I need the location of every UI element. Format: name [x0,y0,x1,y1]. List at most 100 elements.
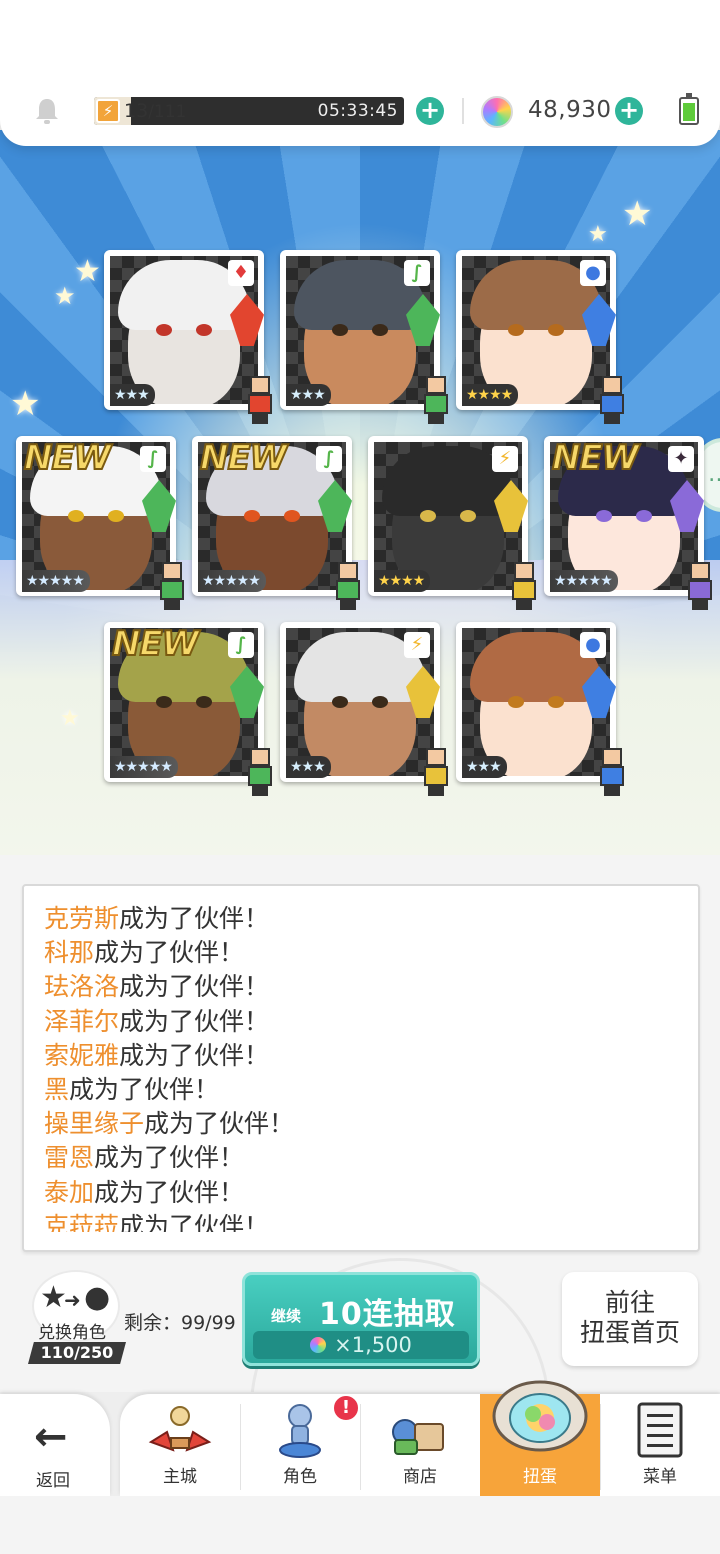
new-badge: NEW [111,623,200,665]
notification-bell-icon[interactable] [32,96,62,126]
log-message: 成为了伙伴！ [119,1006,270,1036]
exchange-count: 110/250 [28,1342,126,1364]
log-message: 成为了伙伴！ [119,1040,270,1070]
character-card[interactable]: ♦ ★★★ [104,250,272,424]
pixel-sprite-icon [242,376,278,424]
rarity-stars: ★★★★★ [550,570,618,592]
sparkle-icon: ★ [54,282,76,310]
log-line: 泽菲尔成为了伙伴！ [44,1005,684,1039]
character-name: 科那 [44,938,95,968]
pixel-sprite-icon [418,748,454,796]
rarity-stars: ★★★★★ [198,570,266,592]
stamina-bar: ⚡ 13/111 05:33:45 [94,97,404,125]
character-eye [244,510,260,522]
nav-label: 主城 [163,1467,197,1487]
status-bar: ⚡ 13/111 05:33:45 + 48,930 + [0,0,720,146]
pixel-sprite-icon [594,376,630,424]
rarity-stars: ★★★★ [374,570,431,592]
character-eye [68,510,84,522]
character-name: 雷恩 [44,1143,95,1173]
character-eye [460,510,476,522]
add-stamina-button[interactable]: + [416,97,444,125]
log-line: 索妮雅成为了伙伴！ [44,1039,684,1073]
recruit-log[interactable]: 克劳斯成为了伙伴！ 科那成为了伙伴！ 珐洛洛成为了伙伴！ 泽菲尔成为了伙伴！ 索妮雅成为… [22,884,700,1252]
character-name: 黑 [44,1074,70,1104]
log-line: 泰加成为了伙伴！ [44,1176,684,1210]
nav-item-gacha[interactable]: 扭蛋 [480,1380,600,1496]
gacha-home-button[interactable]: 前往 扭蛋首页 [562,1272,698,1366]
character-eye [636,510,652,522]
nav-label: 扭蛋 [523,1467,557,1487]
character-eye [284,510,300,522]
rarity-stars: ★★★ [462,756,507,778]
character-eye [372,324,388,336]
rarity-stars: ★★★ [286,384,331,406]
character-card[interactable]: ∫ ★★★★★ NEW [192,436,360,610]
pixel-sprite-icon [242,748,278,796]
recruit-log-list: 克劳斯成为了伙伴！ 科那成为了伙伴！ 珐洛洛成为了伙伴！ 泽菲尔成为了伙伴！ 索妮雅成为… [44,902,684,1232]
sparkle-icon: ★ [10,384,41,424]
log-message: 成为了伙伴！ [119,972,270,1002]
sparkle-icon: ★ [588,222,608,247]
divider [462,98,464,124]
character-eye [156,696,172,708]
character-card[interactable]: ∫ ★★★★★ NEW [16,436,184,610]
log-line: 克菈菈成为了伙伴！ [44,1210,684,1232]
log-message: 成为了伙伴！ [119,1211,270,1232]
castle-icon [148,1406,212,1452]
gacha-home-label-line2: 扭蛋首页 [579,1318,680,1347]
sparkle-icon: ★ [74,254,101,289]
character-name: 泽菲尔 [44,1006,120,1036]
character-card[interactable]: ∫ ★★★ [280,250,448,424]
nav-item-shop[interactable]: 商店 [360,1394,480,1496]
character-eye [332,324,348,336]
log-message: 成为了伙伴！ [119,904,270,933]
character-name: 泰加 [44,1177,95,1207]
character-eye [508,324,524,336]
stamina-timer: 05:33:45 [317,101,398,121]
rarity-stars: ★★★★★ [110,756,178,778]
character-eye [156,324,172,336]
log-message: 成为了伙伴！ [144,1109,295,1139]
character-eye [196,696,212,708]
element-icon: ∫ [228,632,254,658]
character-eye [508,696,524,708]
new-badge: NEW [551,437,640,479]
character-card[interactable]: ✦ ★★★★★ NEW [544,436,712,610]
nav-item-castle[interactable]: 主城 [120,1394,240,1496]
gem-count: 48,930 [528,97,612,123]
element-icon: ∫ [316,446,342,472]
person-icon: ● [84,1280,111,1315]
nav-item-menu[interactable]: 菜单 [600,1394,720,1496]
character-eye [548,696,564,708]
character-name: 操里缘子 [44,1109,145,1139]
rarity-stars: ★★★★★ [22,570,90,592]
character-card[interactable]: ⚡ ★★★ [280,622,448,796]
log-message: 成为了伙伴！ [69,1074,220,1104]
ten-pull-button[interactable]: 继续 10连抽取 ×1,500 [242,1272,480,1366]
character-card[interactable]: ● ★★★ [456,622,624,796]
pixel-sprite-icon [418,376,454,424]
character-name: 克劳斯 [44,904,120,933]
back-label: 返回 [36,1471,70,1491]
character-card[interactable]: ● ★★★★ [456,250,624,424]
star-icon: ★ [40,1280,67,1315]
character-card[interactable]: ∫ ★★★★★ NEW [104,622,272,796]
system-nav-area [0,1496,720,1554]
log-message: 成为了伙伴！ [94,938,245,968]
pixel-sprite-icon [682,562,718,610]
stamina-bolt-icon: ⚡ [96,99,120,123]
menu-icon [637,1402,683,1458]
nav-label: 商店 [403,1467,437,1487]
sparkle-icon: ★ [60,706,80,731]
new-badge: NEW [199,437,288,479]
character-card[interactable]: ⚡ ★★★★ [368,436,536,610]
add-gems-button[interactable]: + [615,97,643,125]
gacha-home-label-line1: 前往 [604,1288,655,1317]
exchange-label: 兑换角色 [38,1323,106,1343]
character-eye [196,324,212,336]
element-icon: ∫ [140,446,166,472]
element-icon: ✦ [668,446,694,472]
element-icon: ● [580,260,606,286]
element-icon: ∫ [404,260,430,286]
